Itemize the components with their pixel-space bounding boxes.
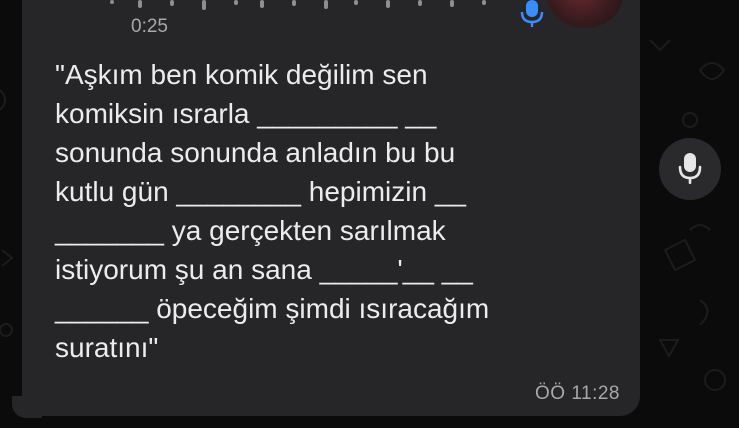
microphone-icon bbox=[678, 153, 702, 184]
record-voice-button[interactable] bbox=[659, 138, 721, 200]
microphone-icon bbox=[520, 0, 544, 27]
voice-waveform[interactable] bbox=[110, 0, 530, 12]
voice-duration: 0:25 bbox=[131, 16, 168, 37]
message-timestamp: ÖÖ 11:28 bbox=[535, 383, 620, 404]
message-text: "Aşkım ben komik değilim sen komiksin ıs… bbox=[55, 59, 490, 363]
